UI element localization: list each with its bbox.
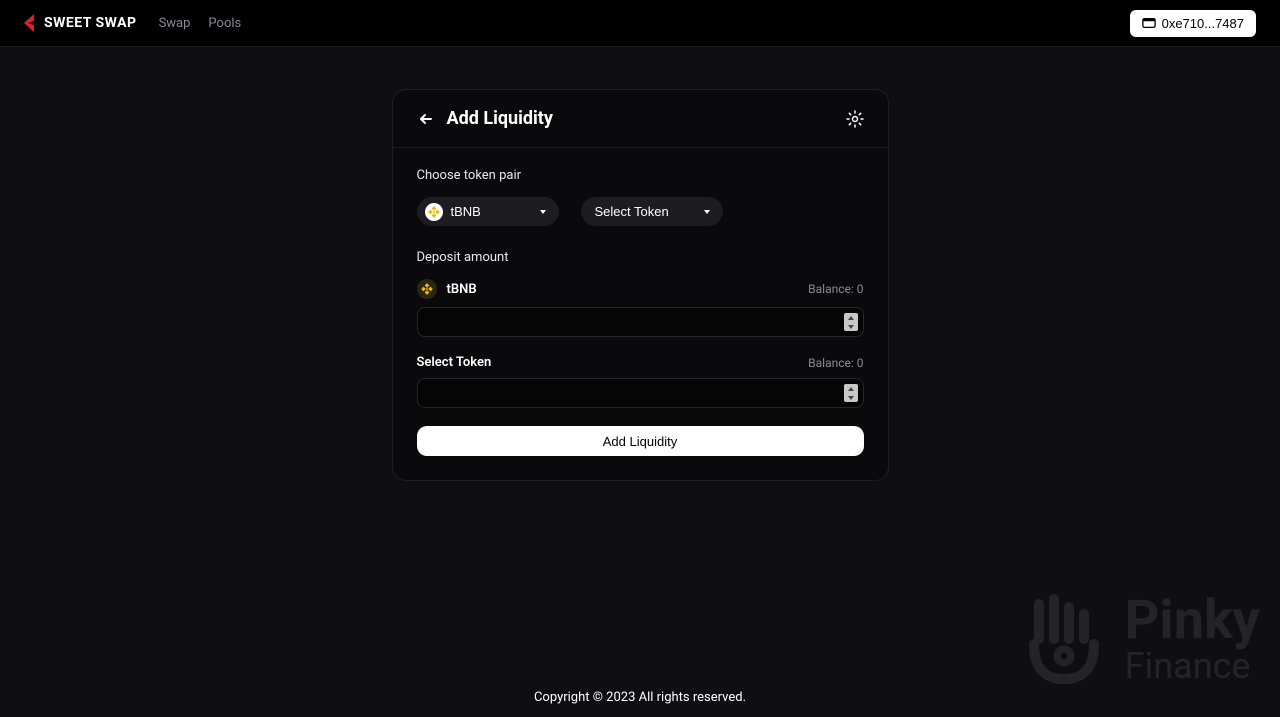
chevron-down-icon [703, 208, 711, 216]
quantity-stepper[interactable] [844, 313, 858, 331]
bnb-icon [417, 279, 437, 299]
main-content: Add Liquidity Choose token pair tBNB Sel… [0, 47, 1280, 481]
deposit-b-symbol: Select Token [417, 355, 492, 370]
quantity-stepper[interactable] [844, 384, 858, 402]
choose-pair-label: Choose token pair [417, 168, 864, 183]
footer-copyright: Copyright © 2023 All rights reserved. [0, 690, 1280, 705]
main-nav: Swap Pools [159, 16, 242, 31]
back-arrow-icon[interactable] [417, 110, 435, 128]
deposit-a-balance: Balance: 0 [808, 282, 863, 296]
deposit-a-symbol: tBNB [447, 282, 477, 297]
deposit-b-input-wrap [417, 378, 864, 408]
deposit-a-row: tBNB Balance: 0 [417, 279, 864, 299]
card-body: Choose token pair tBNB Select Token Depo… [393, 148, 888, 480]
watermark-icon [1019, 589, 1109, 689]
token-a-select[interactable]: tBNB [417, 197, 559, 226]
settings-icon[interactable] [846, 110, 864, 128]
watermark: Pinky Finance [1019, 589, 1260, 689]
card-header: Add Liquidity [393, 90, 888, 148]
nav-pools[interactable]: Pools [208, 16, 241, 31]
deposit-b-input[interactable] [417, 378, 864, 408]
deposit-b-balance: Balance: 0 [808, 356, 863, 370]
token-pair-selects: tBNB Select Token [417, 197, 864, 226]
deposit-a-input[interactable] [417, 307, 864, 337]
logo-icon [24, 14, 38, 32]
watermark-line2: Finance [1125, 648, 1260, 684]
wallet-icon [1142, 16, 1156, 30]
token-a-label: tBNB [451, 204, 481, 219]
wallet-button[interactable]: 0xe710...7487 [1130, 10, 1256, 37]
deposit-b-row: Select Token Balance: 0 [417, 355, 864, 370]
brand-logo[interactable]: SWEET SWAP [24, 14, 137, 32]
card-title: Add Liquidity [447, 108, 553, 129]
bnb-icon [425, 203, 443, 221]
app-header: SWEET SWAP Swap Pools 0xe710...7487 [0, 0, 1280, 47]
add-liquidity-button[interactable]: Add Liquidity [417, 426, 864, 456]
watermark-line1: Pinky [1125, 594, 1260, 648]
deposit-a-input-wrap [417, 307, 864, 337]
add-liquidity-card: Add Liquidity Choose token pair tBNB Sel… [392, 89, 889, 481]
deposit-a-token: tBNB [417, 279, 477, 299]
brand-name: SWEET SWAP [44, 15, 137, 31]
token-b-label: Select Token [595, 204, 669, 219]
token-b-select[interactable]: Select Token [581, 197, 723, 226]
chevron-down-icon [539, 208, 547, 216]
deposit-amount-label: Deposit amount [417, 250, 864, 265]
wallet-address: 0xe710...7487 [1162, 16, 1244, 31]
nav-swap[interactable]: Swap [159, 16, 191, 31]
